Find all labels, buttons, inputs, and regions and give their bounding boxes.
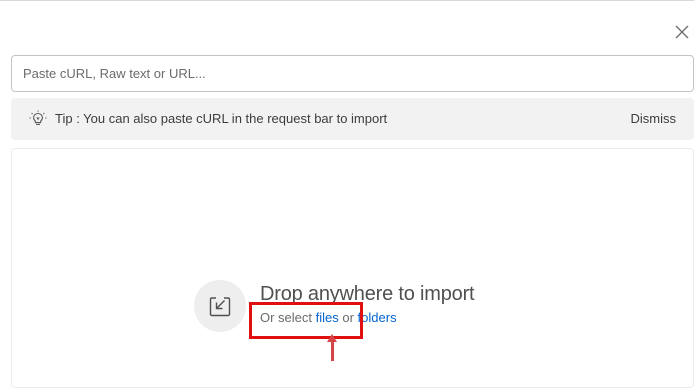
annotation-highlight-box: [249, 302, 363, 339]
annotation-arrow-shaft: [331, 339, 334, 361]
dismiss-tip-button[interactable]: Dismiss: [631, 111, 677, 126]
import-dialog: Tip : You can also paste cURL in the req…: [0, 0, 694, 388]
import-url-input[interactable]: [11, 55, 694, 92]
file-drop-zone[interactable]: [11, 148, 694, 388]
close-button[interactable]: [673, 23, 691, 41]
select-folders-link[interactable]: folders: [358, 310, 397, 325]
close-icon: [675, 25, 689, 39]
tip-text: Tip : You can also paste cURL in the req…: [55, 111, 388, 126]
import-icon: [194, 280, 246, 332]
lightbulb-icon: [28, 109, 48, 129]
tip-banner: Tip : You can also paste cURL in the req…: [11, 98, 694, 140]
